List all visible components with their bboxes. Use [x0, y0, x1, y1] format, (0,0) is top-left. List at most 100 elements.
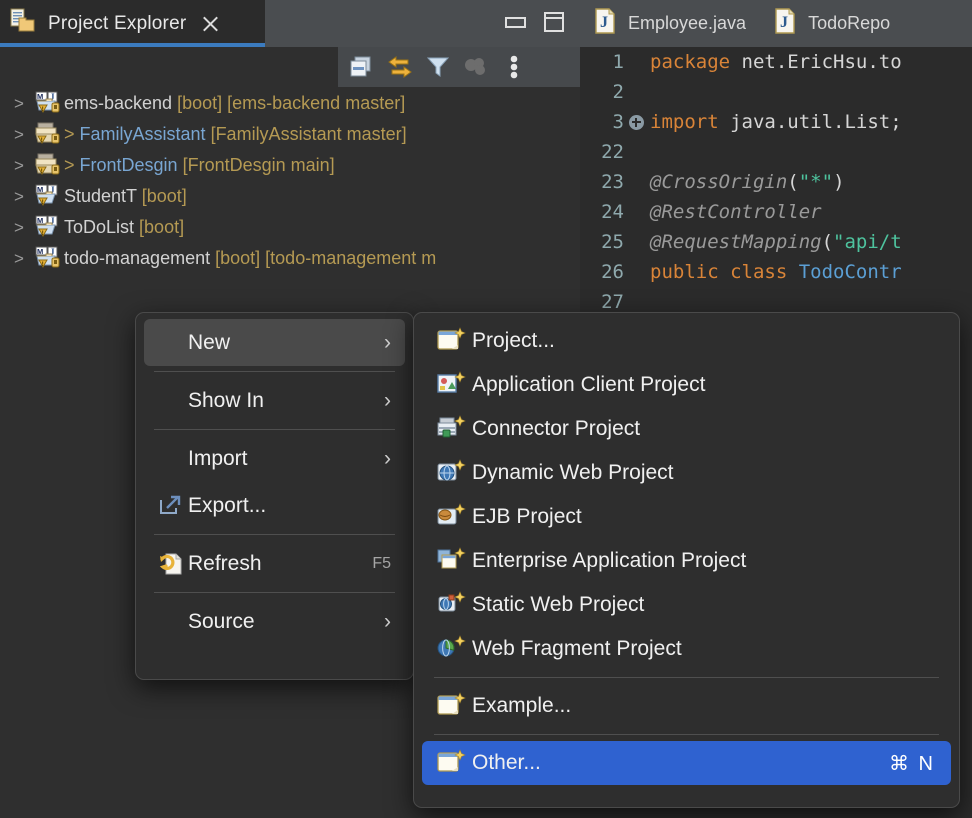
minimize-icon[interactable]	[505, 17, 526, 28]
expand-arrow-icon[interactable]: >	[6, 94, 32, 114]
project-folder-warning-locked-icon: !	[32, 122, 62, 148]
editor-tab[interactable]: J TodoRepo	[760, 0, 904, 47]
refresh-icon	[154, 551, 188, 577]
submenu-item-new-application-client-project[interactable]: Application Client Project	[422, 363, 951, 407]
code-text: import java.util.List;	[646, 111, 902, 133]
static-web-project-icon	[430, 591, 472, 619]
context-menu[interactable]: New›Show In›Import› Export... RefreshF5S…	[135, 312, 414, 680]
collapse-all-icon[interactable]	[348, 53, 376, 81]
svg-text:!: !	[42, 230, 44, 237]
menu-item-label: New	[188, 331, 230, 355]
code-text: @RequestMapping("api/t	[646, 231, 902, 253]
menu-separator	[154, 429, 395, 430]
submenu-item-label: Static Web Project	[472, 593, 644, 617]
submenu-item-new-example[interactable]: Example...	[422, 684, 951, 728]
svg-text:!: !	[42, 261, 44, 268]
submenu-item-new-static-web-project[interactable]: Static Web Project	[422, 583, 951, 627]
link-with-editor-icon[interactable]	[386, 53, 414, 81]
dynamic-web-project-icon	[430, 459, 472, 487]
view-menu-icon[interactable]	[500, 53, 528, 81]
menu-item-source[interactable]: Source›	[144, 598, 405, 645]
editor-tab-label: Employee.java	[628, 13, 746, 34]
line-number: 24	[580, 201, 626, 223]
svg-text:M: M	[37, 185, 43, 194]
code-text: public class TodoContr	[646, 261, 902, 283]
expand-arrow-icon[interactable]: >	[6, 156, 32, 176]
svg-text:!: !	[41, 168, 43, 175]
java-file-icon: J	[774, 8, 796, 39]
tree-row[interactable]: > M J ! StudentT [boot]	[0, 181, 580, 212]
submenu-item-label: Application Client Project	[472, 373, 705, 397]
maven-java-project-warning-icon: M J !	[32, 215, 62, 241]
menu-item-refresh[interactable]: RefreshF5	[144, 540, 405, 587]
submenu-item-label: EJB Project	[472, 505, 582, 529]
code-line: 23@CrossOrigin("*")	[580, 167, 972, 197]
connector-project-icon	[430, 415, 472, 443]
menu-item-show-in[interactable]: Show In ›	[144, 377, 405, 424]
submenu-arrow-icon: ›	[384, 448, 391, 469]
submenu-item-label: Example...	[472, 694, 571, 718]
window-buttons	[505, 12, 564, 32]
filter-icon[interactable]	[424, 53, 452, 81]
tree-row[interactable]: > M J ! todo-management [boot] [todo-man…	[0, 243, 580, 274]
expand-arrow-icon[interactable]: >	[6, 187, 32, 207]
menu-item-label: Show In	[188, 389, 264, 413]
fold-expand-icon[interactable]	[626, 115, 646, 130]
maximize-icon[interactable]	[544, 12, 564, 32]
code-text: @RestController	[646, 201, 822, 223]
tree-row-label: todo-management [boot] [todo-management …	[64, 248, 436, 269]
submenu-arrow-icon: ›	[384, 332, 391, 353]
maven-java-project-warning-locked-icon: M J !	[32, 91, 62, 117]
line-number: 26	[580, 261, 626, 283]
java-file-icon: J	[594, 8, 616, 39]
project-tree[interactable]: > M J ! ems-backend [boot] [ems-backend …	[0, 88, 580, 274]
new-submenu[interactable]: Project... Application Client Project Co…	[413, 312, 960, 808]
tree-row[interactable]: > M J ! ToDoList [boot]	[0, 212, 580, 243]
submenu-item-new-project[interactable]: Project...	[422, 319, 951, 363]
menu-separator	[154, 534, 395, 535]
expand-arrow-icon[interactable]: >	[6, 218, 32, 238]
tree-row-label: ems-backend [boot] [ems-backend master]	[64, 93, 405, 114]
new-other-icon	[430, 749, 472, 777]
submenu-item-new-web-fragment-project[interactable]: Web Fragment Project	[422, 627, 951, 671]
menu-item-new[interactable]: New ›	[144, 319, 405, 366]
submenu-separator	[434, 677, 939, 678]
code-line: 24 @RestController	[580, 197, 972, 227]
menu-item-label: Export...	[188, 494, 266, 518]
code-line: 2	[580, 77, 972, 107]
menu-separator	[154, 371, 395, 372]
tree-row[interactable]: > ! > FrontDesgin [FrontDesgin main]	[0, 150, 580, 181]
svg-text:!: !	[42, 199, 44, 206]
maven-java-project-warning-icon: M J !	[32, 184, 62, 210]
project-explorer-icon	[10, 8, 38, 39]
menu-item-import[interactable]: Import›	[144, 435, 405, 482]
code-line: 26 public class TodoContr	[580, 257, 972, 287]
code-line: 3import java.util.List;	[580, 107, 972, 137]
expand-arrow-icon[interactable]: >	[6, 249, 32, 269]
tree-row[interactable]: > ! > FamilyAssistant [FamilyAssistant m…	[0, 119, 580, 150]
line-number: 1	[580, 51, 626, 73]
submenu-item-new-connector-project[interactable]: Connector Project	[422, 407, 951, 451]
submenu-item-new-ejb-project[interactable]: EJB Project	[422, 495, 951, 539]
line-number: 2	[580, 81, 626, 103]
focus-on-active-task-icon[interactable]	[462, 53, 490, 81]
project-folder-warning-locked-icon: !	[32, 153, 62, 179]
editor-tab[interactable]: J Employee.java	[580, 0, 760, 47]
submenu-item-new-other[interactable]: Other...⌘ N	[422, 741, 951, 785]
eclipse-ide-window: Project Explorer	[0, 0, 972, 818]
submenu-item-label: Connector Project	[472, 417, 640, 441]
tab-project-explorer[interactable]: Project Explorer	[0, 0, 265, 47]
tree-row-label: ToDoList [boot]	[64, 217, 184, 238]
tree-row[interactable]: > M J ! ems-backend [boot] [ems-backend …	[0, 88, 580, 119]
code-line: 22	[580, 137, 972, 167]
expand-arrow-icon[interactable]: >	[6, 125, 32, 145]
submenu-arrow-icon: ›	[384, 390, 391, 411]
active-tab-underline	[0, 43, 265, 47]
submenu-item-new-enterprise-application-project[interactable]: Enterprise Application Project	[422, 539, 951, 583]
tree-row-label: > FamilyAssistant [FamilyAssistant maste…	[64, 124, 407, 145]
editor-tabstrip: J Employee.java J TodoRepo	[580, 0, 972, 47]
close-icon[interactable]	[200, 14, 220, 34]
menu-item-export[interactable]: Export...	[144, 482, 405, 529]
line-number: 22	[580, 141, 626, 163]
submenu-item-new-dynamic-web-project[interactable]: Dynamic Web Project	[422, 451, 951, 495]
